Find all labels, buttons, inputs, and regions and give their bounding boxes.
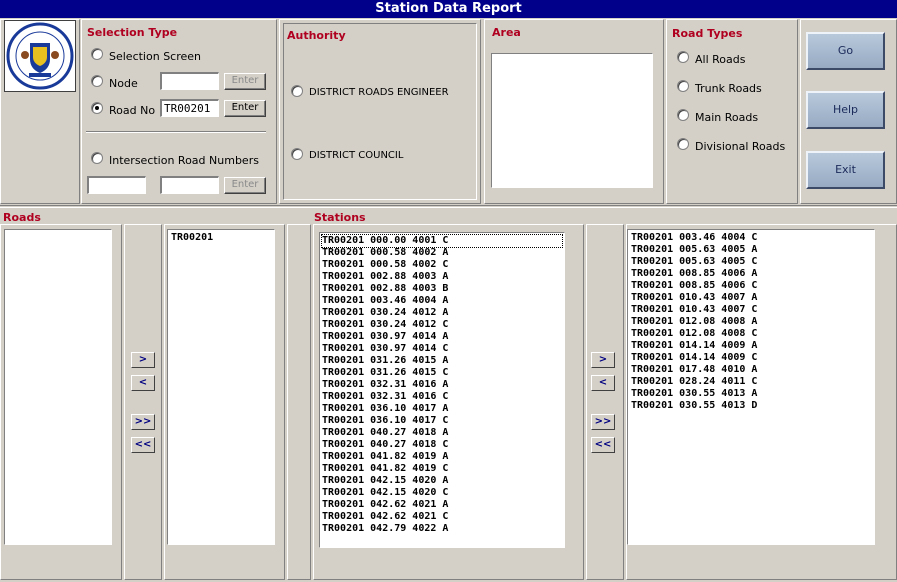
selection-screen-label: Selection Screen — [109, 50, 202, 63]
roads-add-button[interactable]: > — [131, 352, 155, 368]
roads-available-list[interactable] — [4, 229, 112, 545]
list-item[interactable]: TR00201 000.58 4002 C — [322, 259, 562, 271]
radio-all-roads[interactable] — [677, 51, 689, 63]
list-item[interactable]: TR00201 008.85 4006 A — [631, 268, 871, 280]
spacer-panel — [287, 224, 311, 580]
node-input[interactable] — [160, 72, 219, 90]
list-item[interactable]: TR00201 040.27 4018 A — [322, 427, 562, 439]
exit-button[interactable]: Exit — [806, 151, 885, 189]
roads-selected-list[interactable]: TR00201 — [167, 229, 275, 545]
list-item[interactable]: TR00201 036.10 4017 C — [322, 415, 562, 427]
stations-heading: Stations — [314, 211, 366, 224]
list-item[interactable]: TR00201 005.63 4005 C — [631, 256, 871, 268]
radio-selection-screen[interactable] — [91, 48, 103, 60]
area-heading: Area — [492, 26, 521, 39]
list-item[interactable]: TR00201 030.97 4014 A — [322, 331, 562, 343]
radio-intersection-road-numbers[interactable] — [91, 152, 103, 164]
list-item[interactable]: TR00201 030.55 4013 A — [631, 388, 871, 400]
list-item[interactable]: TR00201 041.82 4019 C — [322, 463, 562, 475]
road-no-input[interactable]: TR00201 — [160, 99, 219, 117]
list-item[interactable]: TR00201 010.43 4007 C — [631, 304, 871, 316]
stations-remove-all-button[interactable]: << — [591, 437, 615, 453]
roads-add-all-button[interactable]: >> — [131, 414, 155, 430]
list-item[interactable]: TR00201 031.26 4015 C — [322, 367, 562, 379]
list-item[interactable]: TR00201 032.31 4016 C — [322, 391, 562, 403]
roads-transfer-panel — [124, 224, 162, 580]
all-roads-label: All Roads — [695, 53, 746, 66]
radio-main-roads[interactable] — [677, 109, 689, 121]
trunk-roads-label: Trunk Roads — [695, 82, 762, 95]
radio-district-roads-engineer[interactable] — [291, 85, 303, 97]
roads-remove-all-button[interactable]: << — [131, 437, 155, 453]
radio-road-no[interactable] — [91, 102, 103, 114]
go-button[interactable]: Go — [806, 32, 885, 70]
node-label: Node — [109, 77, 138, 90]
list-item[interactable]: TR00201 002.88 4003 B — [322, 283, 562, 295]
list-item[interactable]: TR00201 032.31 4016 A — [322, 379, 562, 391]
list-item[interactable]: TR00201 041.82 4019 A — [322, 451, 562, 463]
road-no-enter-button[interactable]: Enter — [224, 100, 266, 117]
stations-add-button[interactable]: > — [591, 352, 615, 368]
list-item[interactable]: TR00201 030.97 4014 C — [322, 343, 562, 355]
separator — [86, 131, 266, 133]
road-no-label: Road No — [109, 104, 156, 117]
selection-type-heading: Selection Type — [87, 26, 178, 39]
stations-add-all-button[interactable]: >> — [591, 414, 615, 430]
road-types-heading: Road Types — [672, 27, 743, 40]
authority-heading: Authority — [287, 29, 346, 42]
area-list[interactable] — [491, 53, 653, 188]
list-item[interactable]: TR00201 000.58 4002 A — [322, 247, 562, 259]
radio-node[interactable] — [91, 75, 103, 87]
list-item[interactable]: TR00201 042.62 4021 C — [322, 511, 562, 523]
radio-divisional-roads[interactable] — [677, 138, 689, 150]
list-item[interactable]: TR00201 040.27 4018 C — [322, 439, 562, 451]
list-item[interactable]: TR00201 042.15 4020 C — [322, 487, 562, 499]
list-item[interactable]: TR00201 — [171, 232, 271, 244]
list-item[interactable]: TR00201 003.46 4004 C — [631, 232, 871, 244]
list-item[interactable]: TR00201 036.10 4017 A — [322, 403, 562, 415]
radio-trunk-roads[interactable] — [677, 80, 689, 92]
list-item[interactable]: TR00201 030.24 4012 A — [322, 307, 562, 319]
list-item[interactable]: TR00201 014.14 4009 C — [631, 352, 871, 364]
section-divider — [0, 205, 897, 208]
list-item[interactable]: TR00201 010.43 4007 A — [631, 292, 871, 304]
intersection-road-input-2[interactable] — [160, 176, 219, 194]
roads-remove-button[interactable]: < — [131, 375, 155, 391]
intersection-road-numbers-label: Intersection Road Numbers — [109, 154, 259, 167]
intersection-road-input-1[interactable] — [87, 176, 146, 194]
divisional-roads-label: Divisional Roads — [695, 140, 786, 153]
municipality-crest-logo — [4, 20, 76, 92]
stations-available-list[interactable]: TR00201 000.00 4001 C TR00201 000.58 4002… — [319, 232, 565, 548]
help-button[interactable]: Help — [806, 91, 885, 129]
node-enter-button[interactable]: Enter — [224, 73, 266, 90]
stations-remove-button[interactable]: < — [591, 375, 615, 391]
district-roads-engineer-label: DISTRICT ROADS ENGINEER — [309, 87, 449, 98]
district-council-label: DISTRICT COUNCIL — [309, 150, 404, 161]
list-item[interactable]: TR00201 012.08 4008 A — [631, 316, 871, 328]
main-roads-label: Main Roads — [695, 111, 759, 124]
list-item[interactable]: TR00201 012.08 4008 C — [631, 328, 871, 340]
list-item[interactable]: TR00201 000.00 4001 C — [321, 234, 563, 248]
list-item[interactable]: TR00201 008.85 4006 C — [631, 280, 871, 292]
list-item[interactable]: TR00201 030.55 4013 D — [631, 400, 871, 412]
list-item[interactable]: TR00201 030.24 4012 C — [322, 319, 562, 331]
window-title: Station Data Report — [0, 0, 897, 18]
roads-heading: Roads — [3, 211, 41, 224]
intersection-enter-button[interactable]: Enter — [224, 177, 266, 194]
list-item[interactable]: TR00201 003.46 4004 A — [322, 295, 562, 307]
stations-selected-list[interactable]: TR00201 003.46 4004 C TR00201 005.63 4005… — [627, 229, 875, 545]
list-item[interactable]: TR00201 014.14 4009 A — [631, 340, 871, 352]
list-item[interactable]: TR00201 028.24 4011 C — [631, 376, 871, 388]
list-item[interactable]: TR00201 042.15 4020 A — [322, 475, 562, 487]
list-item[interactable]: TR00201 031.26 4015 A — [322, 355, 562, 367]
list-item[interactable]: TR00201 002.88 4003 A — [322, 271, 562, 283]
list-item[interactable]: TR00201 042.79 4022 A — [322, 523, 562, 535]
list-item[interactable]: TR00201 042.62 4021 A — [322, 499, 562, 511]
list-item[interactable]: TR00201 005.63 4005 A — [631, 244, 871, 256]
radio-district-council[interactable] — [291, 148, 303, 160]
stations-transfer-panel — [586, 224, 624, 580]
authority-group — [283, 23, 477, 200]
list-item[interactable]: TR00201 017.48 4010 A — [631, 364, 871, 376]
